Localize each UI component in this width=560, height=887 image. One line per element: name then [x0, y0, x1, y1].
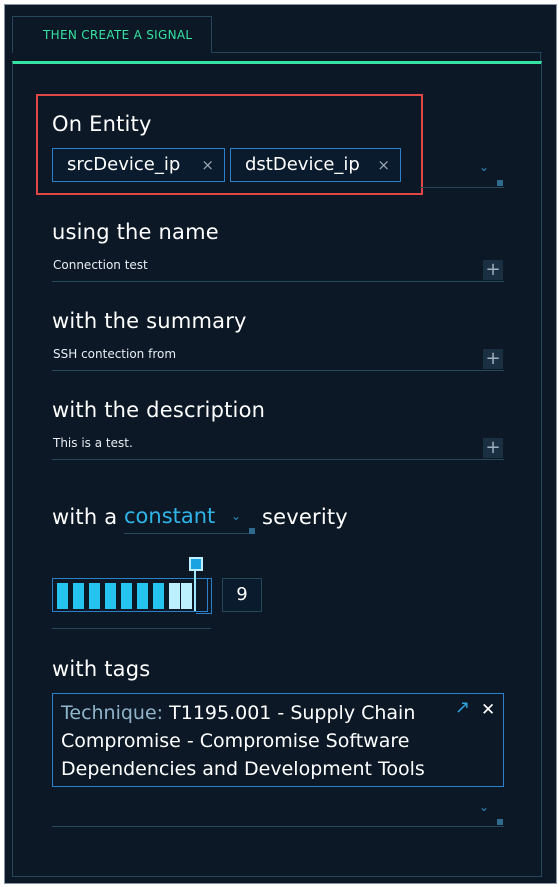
insert-field-plus-icon[interactable]: +: [483, 438, 503, 458]
severity-slider[interactable]: [52, 578, 208, 612]
entity-underline: [420, 187, 504, 188]
tag-key: Technique:: [61, 702, 164, 724]
severity-bar-segment: [73, 583, 84, 609]
external-link-icon[interactable]: ↗: [455, 697, 470, 718]
chevron-down-icon[interactable]: ⌄: [479, 800, 489, 814]
entity-chip-dst[interactable]: dstDevice_ip ×: [230, 148, 401, 182]
severity-value[interactable]: 9: [222, 578, 262, 612]
severity-suffix: severity: [262, 505, 348, 529]
chevron-down-icon[interactable]: ⌄: [231, 509, 241, 523]
severity-bar-segment: [121, 583, 132, 609]
severity-slider-end: [196, 578, 212, 614]
severity-bar-segment: [57, 583, 68, 609]
severity-bar-segment: [169, 583, 180, 609]
resize-handle-icon: [497, 180, 503, 186]
tab-divider: [212, 52, 542, 53]
summary-underline: [52, 370, 504, 371]
resize-handle-icon: [497, 819, 503, 825]
severity-mode-select[interactable]: constant: [124, 504, 215, 528]
summary-label: with the summary: [52, 309, 247, 333]
name-field[interactable]: Connection test: [53, 258, 148, 272]
entity-chip-label: srcDevice_ip: [67, 154, 181, 175]
severity-bar-segment: [137, 583, 148, 609]
severity-scale: [52, 628, 211, 629]
severity-bar-segment: [181, 583, 192, 609]
entity-chip-label: dstDevice_ip: [245, 154, 360, 175]
step-title: THEN CREATE A SIGNAL: [43, 28, 193, 42]
summary-field[interactable]: SSH contection from: [53, 347, 176, 361]
severity-bar-segment: [105, 583, 116, 609]
resize-handle-icon: [249, 528, 255, 534]
step-tab: THEN CREATE A SIGNAL: [12, 16, 212, 53]
severity-slider-handle[interactable]: [189, 557, 203, 571]
chip-remove-icon[interactable]: ×: [377, 149, 390, 181]
severity-prefix: with a: [52, 505, 118, 529]
tag-text: Technique: T1195.001 - Supply Chain Comp…: [61, 699, 446, 783]
close-icon[interactable]: ✕: [481, 700, 495, 720]
description-label: with the description: [52, 398, 266, 422]
description-field[interactable]: This is a test.: [53, 436, 133, 450]
name-label: using the name: [52, 220, 219, 244]
severity-bar-segment: [153, 583, 164, 609]
tags-label: with tags: [52, 657, 151, 681]
entity-chip-src[interactable]: srcDevice_ip ×: [52, 148, 225, 182]
severity-mode-underline: [124, 533, 254, 534]
insert-field-plus-icon[interactable]: +: [483, 260, 503, 280]
severity-bar-segment: [89, 583, 100, 609]
description-underline: [52, 459, 504, 460]
chip-remove-icon[interactable]: ×: [201, 149, 214, 181]
tags-underline: [52, 826, 504, 827]
chevron-down-icon[interactable]: ⌄: [479, 160, 489, 174]
tag-item[interactable]: Technique: T1195.001 - Supply Chain Comp…: [52, 693, 504, 787]
insert-field-plus-icon[interactable]: +: [483, 349, 503, 369]
entity-label: On Entity: [52, 112, 152, 136]
name-underline: [52, 281, 504, 282]
